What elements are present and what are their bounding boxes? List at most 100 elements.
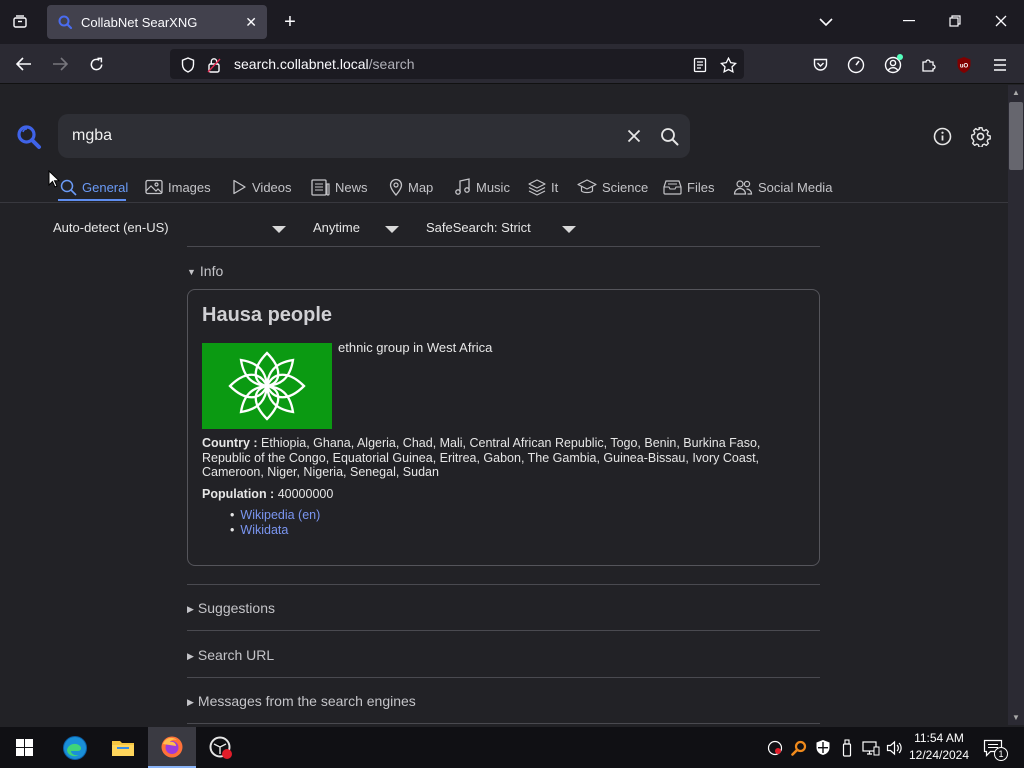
tray-search-tool-icon[interactable] (788, 727, 810, 768)
link-text[interactable]: Wikidata (240, 523, 288, 537)
firefox-taskbar-icon[interactable] (148, 727, 196, 768)
file-explorer-folder-icon[interactable] (99, 727, 147, 768)
mouse-cursor-icon (48, 169, 61, 188)
engine-messages-label: Messages from the search engines (197, 693, 416, 709)
tray-network-icon[interactable] (859, 727, 883, 768)
windows-start-icon[interactable] (0, 727, 48, 768)
svg-text:uO: uO (960, 64, 969, 70)
infobox-link-wikidata[interactable]: • Wikidata (230, 523, 288, 537)
suggestions-label: Suggestions (197, 600, 275, 616)
info-section-toggle[interactable]: ▼ Info (187, 263, 223, 279)
ublock-origin-icon[interactable]: uO (952, 53, 976, 77)
population-label: Population : (202, 487, 275, 501)
hausa-flag-image (202, 343, 332, 429)
category-tab-videos[interactable]: Videos (232, 176, 292, 198)
safesearch-chevron-down-icon[interactable] (562, 226, 576, 233)
engine-messages-section-toggle[interactable]: ▶ Messages from the search engines (187, 693, 416, 709)
category-tab-map[interactable]: Map (389, 176, 433, 198)
edge-browser-icon[interactable] (51, 727, 99, 768)
tab-list-icon[interactable] (6, 10, 34, 34)
taskbar-clock[interactable]: 11:54 AM 12/24/2024 (903, 730, 975, 764)
country-label: Country : (202, 436, 258, 450)
tab-collabnet-searxng[interactable]: CollabNet SearXNG ✕ (47, 5, 267, 39)
infobox-title: Hausa people (202, 304, 333, 326)
safesearch-select[interactable]: SafeSearch: Strict (426, 220, 531, 235)
category-label: General (82, 179, 129, 195)
search-input[interactable]: mgba (58, 114, 690, 158)
screen-recorder-icon[interactable] (197, 727, 245, 768)
tray-recorder-icon[interactable] (764, 727, 786, 768)
back-arrow-icon[interactable] (10, 51, 38, 77)
tab-close-icon[interactable]: ✕ (245, 14, 257, 31)
category-label: Videos (252, 179, 292, 195)
suggestions-section-toggle[interactable]: ▶ Suggestions (187, 600, 275, 616)
category-tab-files[interactable]: Files (663, 176, 714, 198)
section-divider (187, 584, 820, 585)
account-icon[interactable] (880, 53, 906, 77)
forward-arrow-icon[interactable] (46, 51, 74, 77)
category-tab-images[interactable]: Images (145, 176, 211, 198)
section-divider (187, 630, 820, 631)
category-tab-music[interactable]: Music (455, 176, 510, 198)
shield-icon[interactable] (178, 55, 198, 75)
scroll-down-arrow-icon[interactable]: ▼ (1010, 713, 1022, 723)
extensions-puzzle-icon[interactable] (916, 53, 942, 77)
triangle-right-icon: ▶ (187, 604, 194, 614)
category-tab-it[interactable]: It (528, 176, 558, 198)
clock-date: 12/24/2024 (908, 748, 970, 762)
reload-icon[interactable] (82, 51, 110, 77)
tab-title: CollabNet SearXNG (81, 14, 198, 30)
language-select[interactable]: Auto-detect (en-US) (53, 220, 169, 235)
category-label: Music (476, 179, 510, 195)
insecure-lock-icon[interactable] (204, 55, 224, 75)
infobox-population-row: Population : 40000000 (202, 487, 333, 501)
tray-windows-security-icon[interactable] (812, 727, 834, 768)
infobox-country-row: Country : Ethiopia, Ghana, Algeria, Chad… (202, 436, 802, 480)
pocket-icon[interactable] (808, 53, 832, 77)
time-range-select[interactable]: Anytime (313, 220, 360, 235)
infobox-link-wikipedia[interactable]: • Wikipedia (en) (230, 508, 320, 522)
url-path: /search (368, 56, 415, 72)
search-url-section-toggle[interactable]: ▶ Search URL (187, 647, 274, 663)
page-scrollbar[interactable] (1008, 85, 1024, 725)
minimize-icon[interactable] (894, 8, 924, 34)
map-pin-icon (389, 178, 403, 196)
preferences-gear-icon[interactable] (967, 123, 993, 149)
speedometer-icon[interactable] (843, 53, 869, 77)
info-icon[interactable] (930, 124, 954, 148)
reader-view-icon[interactable] (689, 54, 711, 76)
app-menu-hamburger-icon[interactable] (988, 53, 1012, 77)
category-tab-news[interactable]: News (311, 176, 368, 198)
category-divider (0, 202, 1008, 203)
tray-usb-device-icon[interactable] (836, 727, 858, 768)
triangle-right-icon: ▶ (187, 651, 194, 661)
section-divider (187, 677, 820, 678)
search-submit-icon[interactable] (656, 124, 682, 148)
play-icon (232, 179, 247, 195)
layers-icon (528, 178, 546, 196)
language-chevron-down-icon[interactable] (272, 226, 286, 233)
restore-icon[interactable] (940, 8, 970, 34)
url-bar[interactable]: search.collabnet.local/search (170, 49, 744, 79)
close-window-icon[interactable] (986, 8, 1016, 34)
triangle-down-icon: ▼ (187, 267, 196, 277)
new-tab-icon[interactable]: + (276, 10, 304, 34)
searxng-logo-icon[interactable] (14, 122, 44, 152)
category-tab-social-media[interactable]: Social Media (733, 176, 832, 198)
category-tab-general[interactable]: General (60, 176, 128, 198)
action-center-notification-icon[interactable]: 1 (980, 727, 1008, 768)
country-value: Ethiopia, Ghana, Algeria, Chad, Mali, Ce… (202, 436, 761, 480)
category-tab-science[interactable]: Science (577, 176, 648, 198)
category-label: Files (687, 179, 715, 195)
scroll-up-arrow-icon[interactable]: ▲ (1010, 88, 1022, 98)
list-all-tabs-chevron-down-icon[interactable] (812, 10, 840, 34)
searxng-favicon-icon (57, 14, 73, 30)
clear-search-close-icon[interactable] (622, 124, 646, 148)
category-label: Science (602, 179, 649, 195)
triangle-right-icon: ▶ (187, 697, 194, 707)
link-text[interactable]: Wikipedia (en) (240, 508, 320, 522)
scrollbar-thumb[interactable] (1009, 102, 1023, 170)
people-icon (733, 179, 753, 195)
time-chevron-down-icon[interactable] (385, 226, 399, 233)
bookmark-star-icon[interactable] (716, 54, 740, 76)
